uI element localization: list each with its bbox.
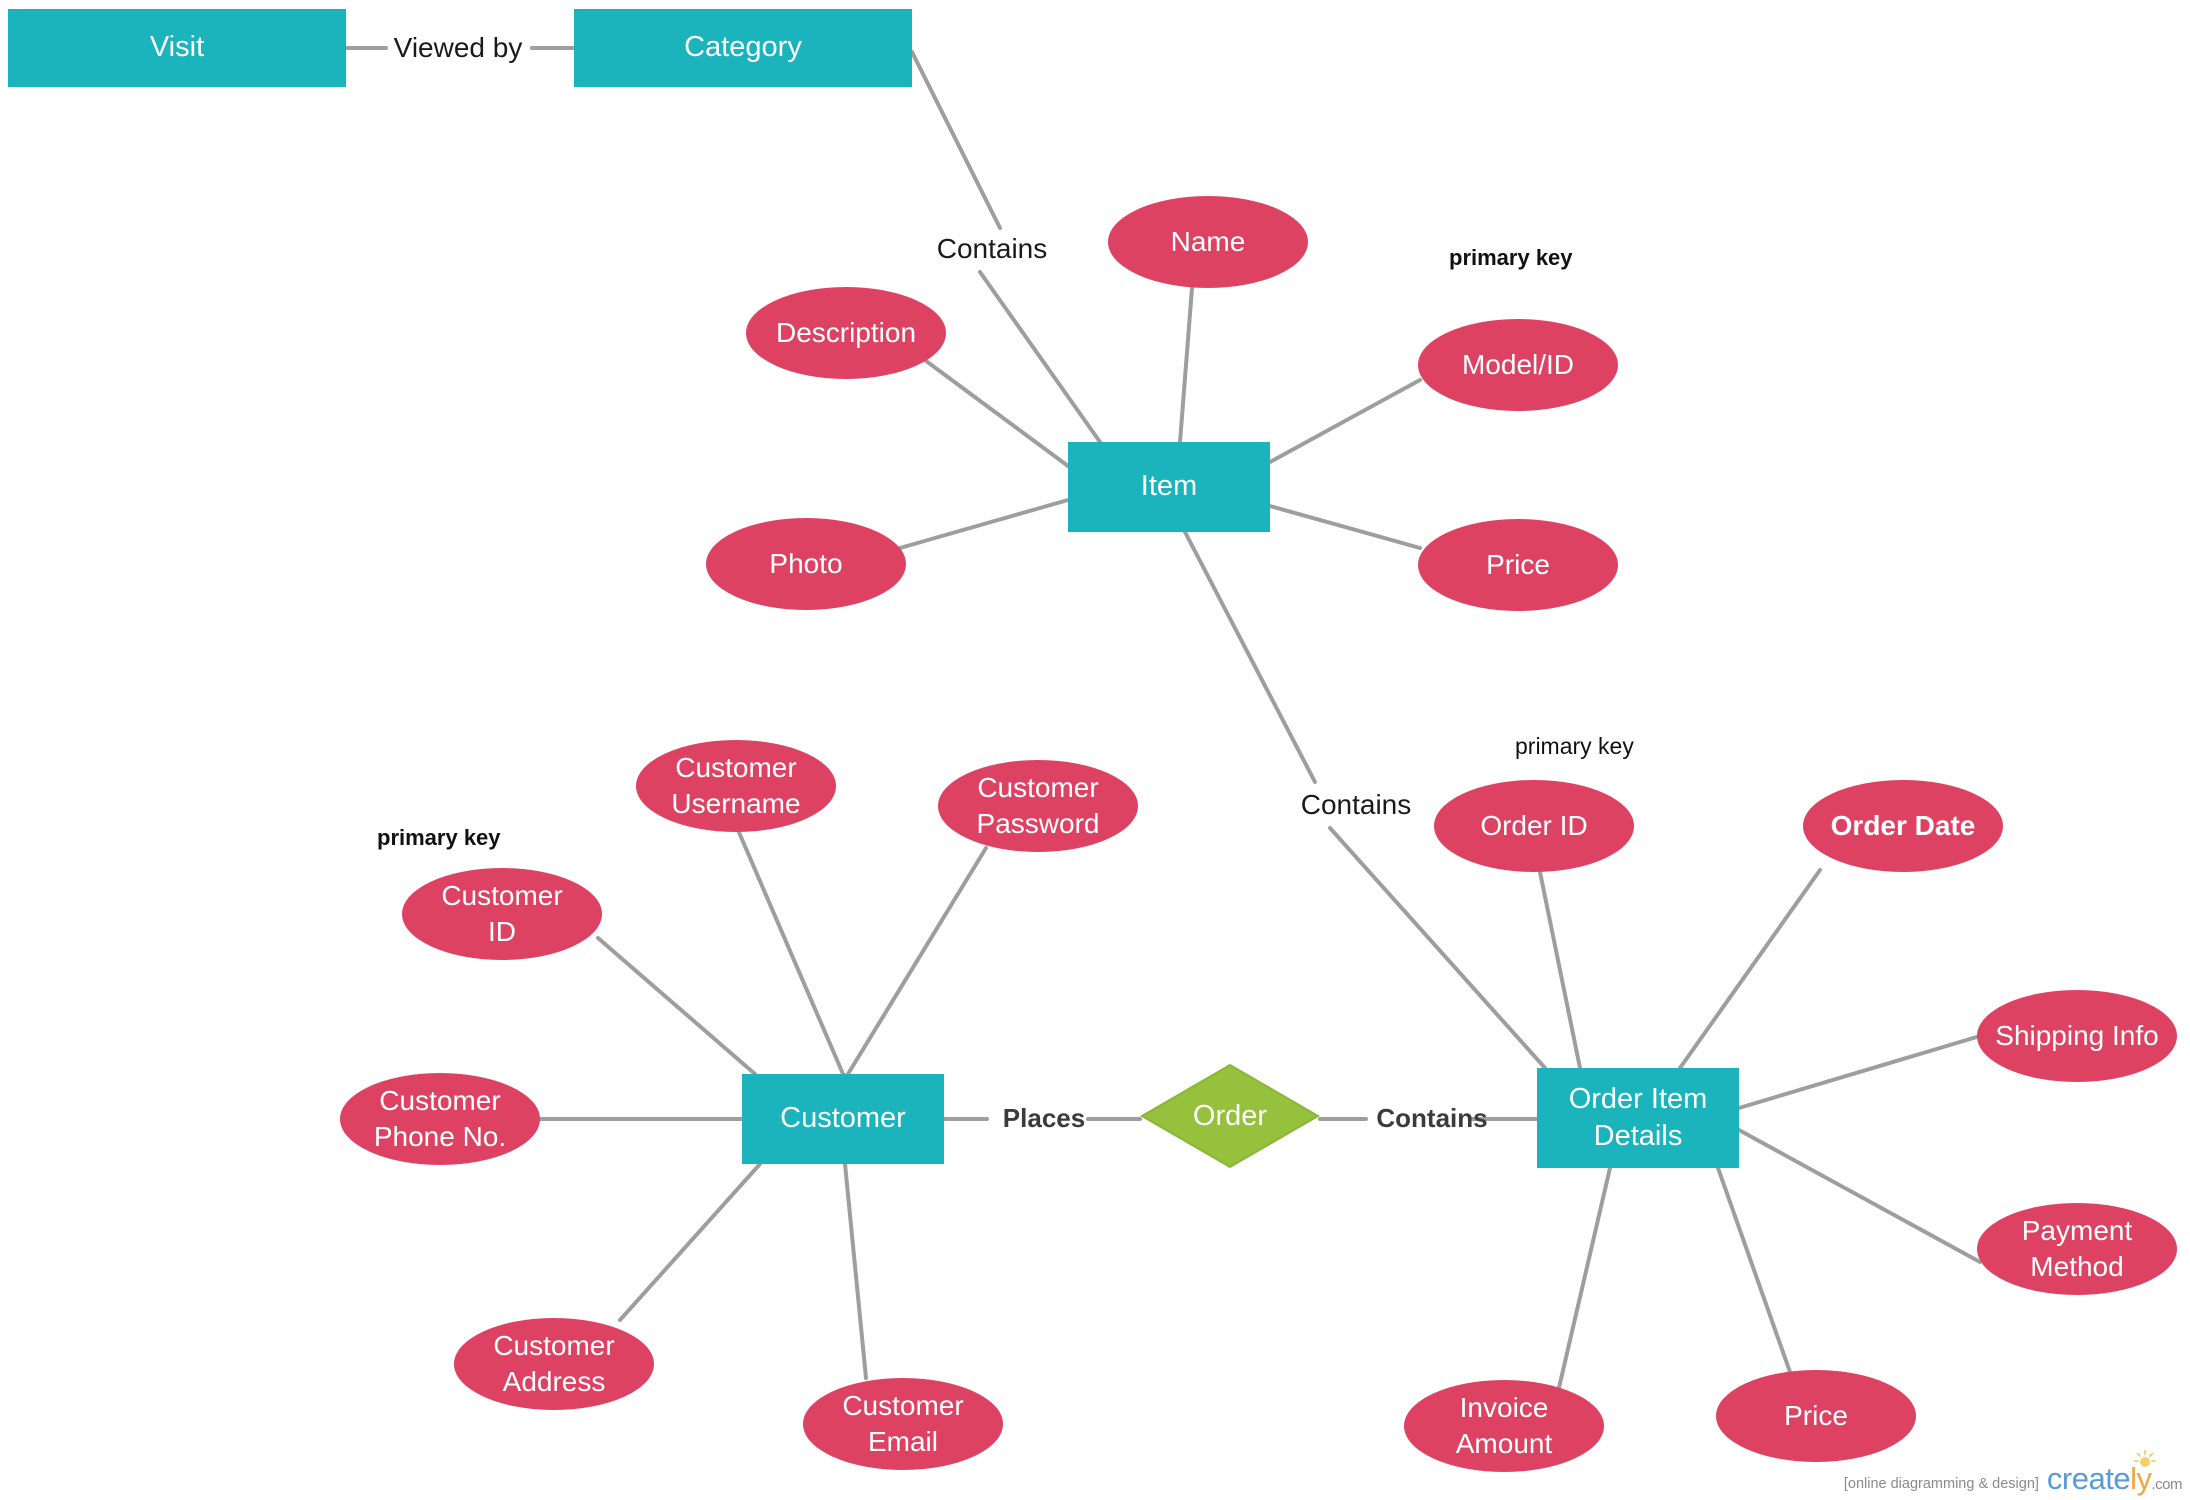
primary-key-label-pk-customer: primary key <box>377 825 501 850</box>
edge-item-to-contains2_top <box>1183 530 1317 784</box>
attribute-invoice_amount-label: Invoice Amount <box>1455 1392 1553 1459</box>
edge-price_order-to-order_item_details <box>1716 1166 1792 1374</box>
er-diagram-canvas: Visit Category Item Customer Order Item … <box>0 0 2190 1500</box>
creately-watermark: [online diagramming & design] creately.c… <box>1843 1450 2182 1496</box>
attribute-customer_id[interactable]: Customer ID <box>402 868 602 960</box>
edge-category-to-contains_label_top <box>910 50 1002 230</box>
edge-customer_email-to-customer <box>843 1162 868 1380</box>
edge-customer_id-to-customer <box>596 936 757 1076</box>
attribute-order_id-label: Order ID <box>1480 810 1588 842</box>
entity-visit[interactable]: Visit <box>8 9 346 87</box>
attribute-customer_password[interactable]: Customer Password <box>938 760 1138 852</box>
attribute-model_id[interactable]: Model/ID <box>1418 319 1618 411</box>
watermark-brand: creately.com <box>2046 1450 2182 1496</box>
attribute-name[interactable]: Name <box>1108 196 1308 288</box>
attribute-customer_username[interactable]: Customer Username <box>636 740 836 832</box>
relationship-label-viewed_by[interactable]: Viewed by <box>388 32 528 63</box>
edge-order_id-to-order_item_details <box>1538 870 1582 1070</box>
relationship-label-contains_item_orderitem[interactable]: Contains <box>1296 789 1416 820</box>
edge-photo-to-item <box>898 498 1070 550</box>
edge-customer_username-to-customer <box>736 828 845 1076</box>
entity-order-item-details-label: Order Item Details <box>1568 1082 1708 1152</box>
watermark-brand-suffix: .com <box>2151 1476 2182 1493</box>
attribute-photo-label: Photo <box>769 548 843 580</box>
attribute-shipping_info[interactable]: Shipping Info <box>1977 990 2177 1082</box>
relationship-label-places[interactable]: Places <box>989 1103 1099 1133</box>
attribute-price_item[interactable]: Price <box>1418 519 1618 611</box>
edge-description-to-item <box>916 353 1070 468</box>
edge-model_id-to-item <box>1268 378 1422 464</box>
relationship-label-contains_order_orderitem[interactable]: Contains <box>1367 1103 1497 1133</box>
attribute-price_order[interactable]: Price <box>1716 1370 1916 1462</box>
edge-payment_method-to-order_item_details <box>1737 1128 1982 1264</box>
attribute-order_date-label: Order Date <box>1830 810 1976 842</box>
attribute-order_date[interactable]: Order Date <box>1803 780 2003 872</box>
attribute-customer_id-label: Customer ID <box>441 880 563 947</box>
attribute-model_id-label: Model/ID <box>1461 349 1575 381</box>
attribute-description[interactable]: Description <box>746 287 946 379</box>
lightbulb-icon <box>2134 1450 2156 1467</box>
attribute-order_id[interactable]: Order ID <box>1434 780 1634 872</box>
entity-category[interactable]: Category <box>574 9 912 87</box>
attribute-payment_method[interactable]: Payment Method <box>1977 1203 2177 1295</box>
primary-key-label-pk-item: primary key <box>1449 245 1573 270</box>
attribute-customer_username-label: Customer Username <box>671 752 801 819</box>
entity-order-item-details[interactable]: Order Item Details <box>1537 1068 1739 1168</box>
attribute-price_item-label: Price <box>1486 549 1550 581</box>
attribute-description-label: Description <box>775 317 917 349</box>
attribute-customer_phone-label: Customer Phone No. <box>373 1085 507 1152</box>
entity-customer-label: Customer <box>780 1102 906 1135</box>
attribute-customer_phone[interactable]: Customer Phone No. <box>340 1073 540 1165</box>
attribute-price_order-label: Price <box>1784 1400 1848 1432</box>
edge-name-to-item <box>1178 286 1194 444</box>
entity-visit-label: Visit <box>149 31 205 64</box>
attribute-payment_method-label: Payment Method <box>2021 1215 2133 1282</box>
relationship-order-label: Order <box>1192 1099 1268 1132</box>
attribute-customer_email-label: Customer Email <box>842 1390 964 1457</box>
attribute-shipping_info-label: Shipping Info <box>1995 1020 2159 1052</box>
entity-item-label: Item <box>1140 470 1198 503</box>
edge-customer_address-to-customer <box>618 1162 762 1322</box>
watermark-brand-primary: create <box>2046 1461 2131 1496</box>
primary-key-label-pk-order: primary key <box>1515 733 1634 759</box>
attribute-customer_address-label: Customer Address <box>493 1330 615 1397</box>
edge-contains_label_bottom-to-item <box>978 270 1102 444</box>
entity-item[interactable]: Item <box>1068 442 1270 532</box>
edge-invoice_amount-to-order_item_details <box>1556 1166 1612 1394</box>
attribute-customer_password-label: Customer Password <box>976 772 1100 839</box>
attribute-photo[interactable]: Photo <box>706 518 906 610</box>
attribute-customer_address[interactable]: Customer Address <box>454 1318 654 1410</box>
attribute-name-label: Name <box>1170 226 1246 258</box>
edge-price_item-to-item <box>1268 504 1422 550</box>
attribute-invoice_amount[interactable]: Invoice Amount <box>1404 1380 1604 1472</box>
relationship-order[interactable]: Order <box>1140 1063 1320 1169</box>
edge-layer <box>344 46 1982 1394</box>
entity-category-label: Category <box>684 31 802 64</box>
attribute-customer_email[interactable]: Customer Email <box>803 1378 1003 1470</box>
edge-shipping_info-to-order_item_details <box>1737 1034 1982 1110</box>
relationship-label-contains_category_item[interactable]: Contains <box>932 233 1052 264</box>
watermark-tagline: [online diagramming & design] <box>1843 1476 2039 1492</box>
edge-customer_password-to-customer <box>846 846 988 1076</box>
edge-order_date-to-order_item_details <box>1678 868 1822 1070</box>
entity-customer[interactable]: Customer <box>742 1074 944 1164</box>
